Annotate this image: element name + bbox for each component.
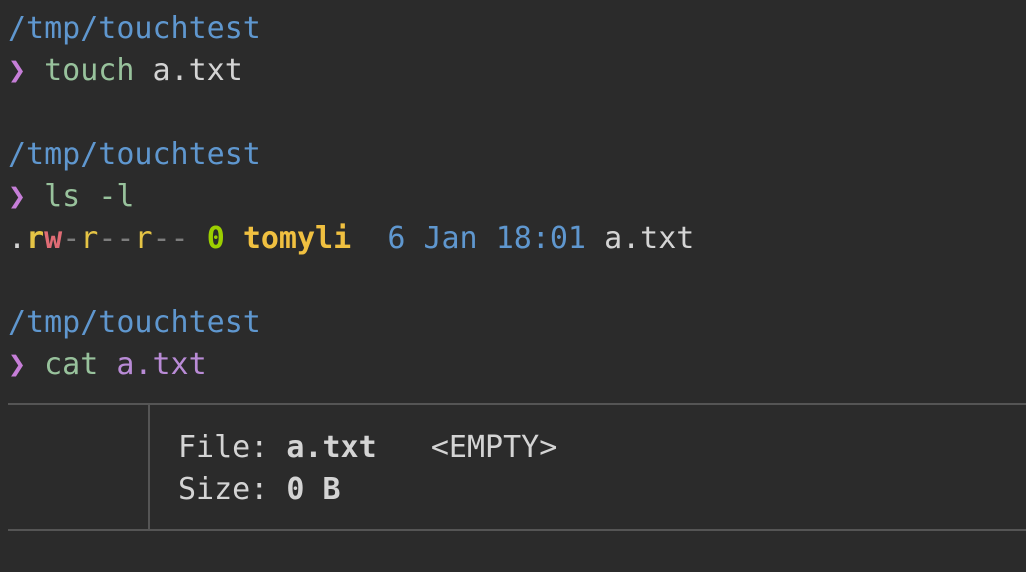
file-owner: tomyli [242,221,352,256]
perm-user-write: w [44,221,63,256]
bat-output-panel: File: a.txt <EMPTY> Size: 0 B [8,403,1026,531]
perm-user-exec: - [62,221,81,256]
perm-group-read: r [80,221,99,256]
file-label: File: [178,430,269,465]
prompt-chevron-icon: ❯ [8,179,27,214]
file-date-day: 6 [387,221,406,256]
perm-other-read: r [134,221,153,256]
cwd-path: /tmp/touchtest [8,305,261,340]
cwd-path: /tmp/touchtest [8,137,261,172]
file-name: a.txt [286,430,377,465]
perm-other-rest: -- [152,221,189,256]
perm-group-rest: -- [98,221,135,256]
command-args: -l [98,179,135,214]
command-name: cat [44,347,99,382]
gutter-divider [148,405,150,529]
prompt-chevron-icon: ❯ [8,347,27,382]
command-args: a.txt [116,347,207,382]
file-date-time: 18:01 [495,221,586,256]
size-value: 0 B [286,472,341,507]
file-type-dot: . [8,221,27,256]
divider [8,403,1026,405]
perm-user-read: r [26,221,45,256]
file-date-month: Jan [423,221,478,256]
terminal-output: /tmp/touchtest ❯ touch a.txt /tmp/toucht… [8,8,1026,386]
command-name: touch [44,53,135,88]
bat-header: File: a.txt <EMPTY> Size: 0 B [178,427,557,511]
command-line: ❯ touch a.txt [8,50,1026,92]
file-size: 0 [206,221,225,256]
divider [8,529,1026,531]
bat-size-line: Size: 0 B [178,469,557,511]
bat-file-line: File: a.txt <EMPTY> [178,427,557,469]
command-line: ❯ cat a.txt [8,344,1026,386]
ls-listing-row: .rw-r--r-- 0 tomyli 6 Jan 18:01 a.txt [8,218,1026,260]
command-name: ls [44,179,81,214]
command-args: a.txt [152,53,243,88]
prompt-chevron-icon: ❯ [8,53,27,88]
size-label: Size: [178,472,269,507]
file-name: a.txt [604,221,695,256]
empty-tag: <EMPTY> [430,430,558,465]
command-line: ❯ ls -l [8,176,1026,218]
cwd-path: /tmp/touchtest [8,11,261,46]
